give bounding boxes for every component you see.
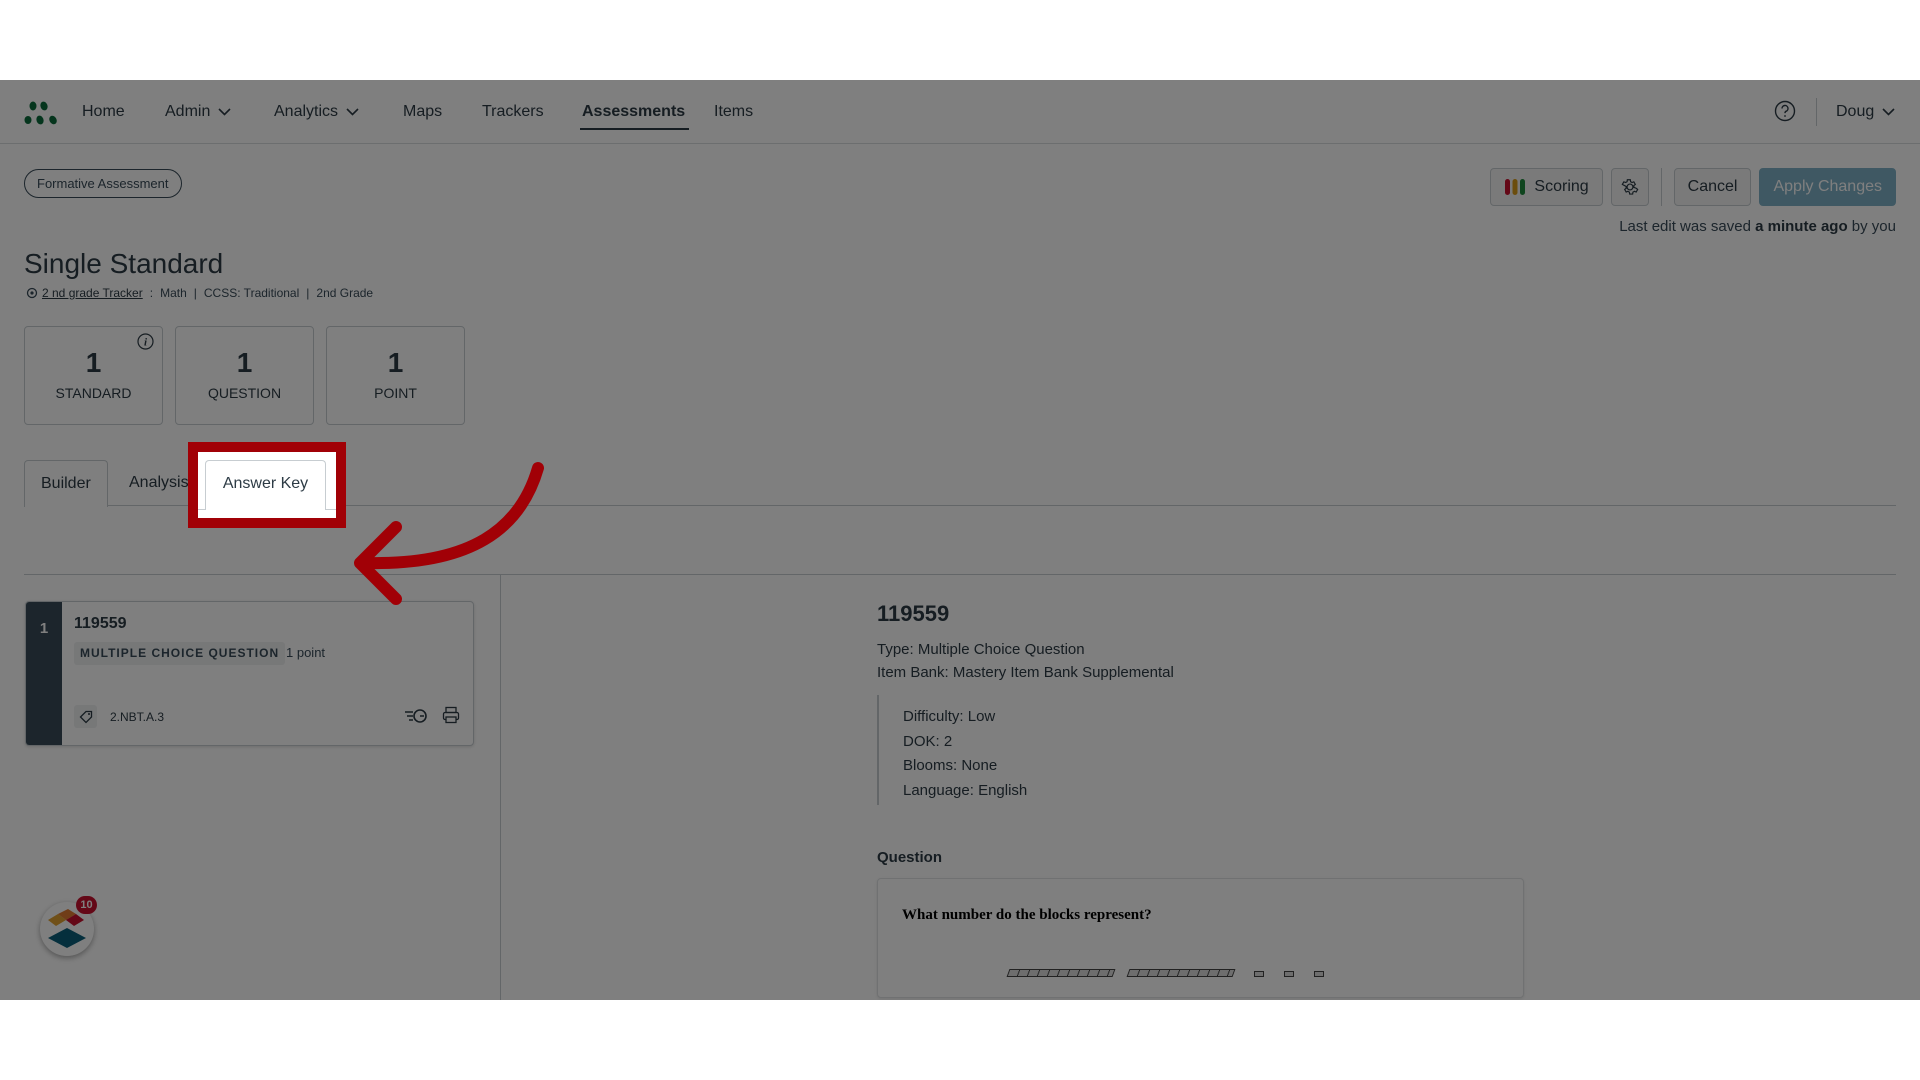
cancel-button[interactable]: Cancel — [1673, 168, 1752, 206]
nav-analytics-label: Analytics — [274, 103, 339, 120]
detail-type: Type: Multiple Choice Question — [877, 641, 1085, 658]
user-menu[interactable]: Doug — [1836, 80, 1895, 144]
chevron-down-icon — [346, 108, 359, 116]
page-title: Single Standard — [24, 248, 224, 279]
info-icon[interactable]: i — [137, 333, 154, 350]
meta-colon: : — [149, 286, 154, 300]
nav-assessments[interactable]: Assessments — [579, 80, 690, 144]
nav-items-label: Items — [714, 103, 754, 120]
detail-difficulty: Difficulty: Low — [903, 708, 996, 725]
last-saved-status: Last edit was saved a minute ago by you — [1619, 218, 1896, 235]
nav-admin[interactable]: Admin — [165, 80, 231, 144]
assessment-meta: 2 nd grade Tracker : Math | CCSS: Tradit… — [26, 286, 373, 300]
detail-dok: DOK: 2 — [903, 732, 953, 750]
ten-rod — [1126, 969, 1236, 977]
question-heading: Question — [877, 849, 943, 866]
scoring-label: Scoring — [1534, 178, 1589, 195]
chevron-down-icon — [1882, 108, 1895, 116]
notification-count-badge: 10 — [76, 896, 97, 914]
stat-label: STANDARD — [55, 385, 132, 401]
builder-content: 1 119559 MULTIPLE CHOICE QUESTION 1 poin… — [24, 574, 1896, 1000]
nav-maps-label: Maps — [403, 103, 443, 120]
nav-analytics[interactable]: Analytics — [274, 80, 359, 144]
nav-trackers[interactable]: Trackers — [482, 80, 544, 144]
unit-cube — [1284, 971, 1294, 977]
detail-item-bank: Item Bank: Mastery Item Bank Supplementa… — [877, 664, 1174, 681]
nav-trackers-label: Trackers — [482, 103, 544, 120]
nav-items[interactable]: Items — [714, 80, 753, 144]
answer-key-highlight: Answer Key — [188, 442, 346, 528]
meta-framework: CCSS: Traditional — [203, 286, 300, 300]
question-points: 1 point — [286, 645, 326, 660]
settings-button[interactable] — [1610, 168, 1649, 206]
saved-suffix: by you — [1847, 218, 1896, 235]
assessment-type-badge: Formative Assessment — [24, 169, 182, 198]
tab-answer-key-highlighted[interactable]: Answer Key — [205, 460, 326, 510]
meta-divider: | — [306, 286, 310, 300]
question-index: 1 — [26, 602, 62, 745]
question-circle-icon[interactable] — [1774, 100, 1796, 122]
question-id: 119559 — [74, 615, 127, 632]
question-list-pane: 1 119559 MULTIPLE CHOICE QUESTION 1 poin… — [24, 575, 501, 1000]
detail-blooms: Blooms: None — [903, 757, 998, 774]
gear-icon — [1621, 179, 1639, 195]
scoring-button[interactable]: Scoring — [1490, 168, 1603, 206]
scoring-bars-icon — [1505, 179, 1526, 195]
base-ten-blocks-image — [1006, 969, 1324, 977]
nav-assessments-label: Assessments — [582, 103, 686, 120]
stat-label: QUESTION — [207, 385, 282, 401]
stat-card-standard: i 1 STANDARD — [24, 326, 163, 425]
question-text: What number do the blocks represent? — [902, 907, 1152, 923]
toolbar-divider — [1660, 168, 1662, 206]
question-type-badge: MULTIPLE CHOICE QUESTION — [74, 642, 286, 665]
stat-value: 1 — [85, 347, 102, 378]
standard-tag — [74, 705, 97, 728]
question-card[interactable]: 1 119559 MULTIPLE CHOICE QUESTION 1 poin… — [25, 601, 474, 746]
user-name: Doug — [1836, 103, 1875, 120]
ten-rod — [1006, 969, 1116, 977]
tag-icon — [79, 710, 92, 723]
google-classroom-icon[interactable] — [404, 708, 428, 724]
top-navbar: Home Admin Analytics Maps Trackers Asses… — [0, 80, 1920, 144]
detail-properties: Difficulty: Low DOK: 2 Blooms: None Lang… — [877, 695, 1527, 805]
nav-home[interactable]: Home — [82, 80, 125, 144]
saved-time: a minute ago — [1755, 218, 1848, 235]
nav-divider — [1816, 98, 1817, 126]
stat-value: 1 — [236, 347, 253, 378]
meta-subject: Math — [160, 286, 187, 300]
question-preview: What number do the blocks represent? — [877, 878, 1524, 998]
nav-admin-label: Admin — [165, 103, 211, 120]
unit-cube — [1254, 971, 1264, 977]
question-detail-pane: 119559 Type: Multiple Choice Question It… — [501, 575, 1896, 1000]
meta-grade: 2nd Grade — [316, 286, 374, 300]
mastery-logo-icon[interactable] — [24, 100, 60, 126]
tracker-icon — [26, 287, 38, 299]
nav-home-label: Home — [82, 103, 125, 120]
toolbar: Scoring Cancel Apply Changes — [1490, 168, 1896, 206]
saved-prefix: Last edit was saved — [1619, 218, 1756, 235]
question-detail: 119559 Type: Multiple Choice Question It… — [877, 601, 1527, 998]
stat-value: 1 — [387, 347, 404, 378]
app-viewport: Home Admin Analytics Maps Trackers Asses… — [0, 80, 1920, 1000]
svg-text:i: i — [144, 337, 148, 349]
print-icon[interactable] — [442, 706, 460, 724]
question-standard: 2.NBT.A.3 — [110, 710, 165, 724]
detail-question-id: 119559 — [877, 601, 950, 626]
nav-maps[interactable]: Maps — [403, 80, 442, 144]
unit-cube — [1314, 971, 1324, 977]
detail-language: Language: English — [903, 781, 1028, 799]
chevron-down-icon — [218, 108, 231, 116]
pointer-arrow-icon — [354, 462, 544, 605]
tab-builder[interactable]: Builder — [24, 460, 108, 507]
tracker-link[interactable]: 2 nd grade Tracker — [42, 286, 143, 300]
meta-divider: | — [193, 286, 197, 300]
help-widget-button[interactable]: 10 — [40, 896, 97, 956]
stat-card-question: 1 QUESTION — [175, 326, 314, 425]
apply-changes-button[interactable]: Apply Changes — [1759, 168, 1896, 206]
